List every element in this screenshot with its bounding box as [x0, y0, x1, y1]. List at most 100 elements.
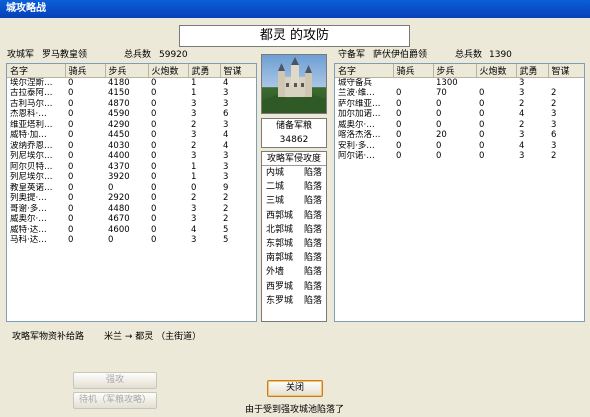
siege-area-name: 东郭城 — [266, 238, 294, 249]
table-row[interactable]: 萨尔维亚… 0 0 0 2 2 — [335, 99, 584, 110]
siege-row: 北郭城 陷落 — [262, 223, 326, 237]
table-row[interactable]: 波纳乔恩… 0 4030 0 2 4 — [7, 141, 256, 152]
siege-area-name: 东罗城 — [266, 295, 294, 306]
table-row[interactable]: 古利马尔… 0 4870 0 3 3 — [7, 99, 256, 110]
siege-area-name: 西罗城 — [266, 281, 294, 292]
defender-table-panel[interactable]: 名字 骑兵 步兵 火炮数 武勇 智谋 城守备兵 1300 3 兰波·维… 0 70 0 3 2 萨… — [334, 63, 585, 322]
table-cell: 5 — [223, 224, 229, 235]
table-cell: 0 — [68, 151, 74, 162]
table-cell: 0 — [151, 235, 157, 246]
table-row[interactable]: 列奥提·… 0 2920 0 2 2 — [7, 193, 256, 204]
col-wisdom[interactable]: 智谋 — [220, 64, 256, 78]
table-cell: 4400 — [108, 151, 130, 162]
col-valor[interactable]: 武勇 — [188, 64, 221, 78]
table-cell: 4370 — [108, 161, 130, 172]
table-cell: 0 — [68, 235, 74, 246]
table-cell: 2 — [191, 140, 197, 151]
table-cell: 3 — [551, 140, 557, 151]
table-cell: 2 — [551, 98, 557, 109]
table-cell: 1 — [191, 172, 197, 183]
table-cell: 0 — [151, 182, 157, 193]
table-cell: 威奥尔·… — [10, 214, 47, 225]
supply-label: 攻略军物资补给路 — [12, 332, 85, 342]
table-row[interactable]: 城守备兵 1300 3 — [335, 78, 584, 89]
table-cell: 0 — [68, 203, 74, 214]
window-title: 城攻略战 — [0, 0, 590, 18]
standby-button[interactable]: 待机（军粮攻略） — [73, 392, 157, 409]
siege-header: 攻略军侵攻度 — [262, 152, 326, 166]
table-row[interactable]: 哥谢·多… 0 4480 0 3 2 — [7, 204, 256, 215]
table-row[interactable]: 埃尔涅斯… 0 4180 0 1 4 — [7, 78, 256, 89]
siege-row: 二城 陷落 — [262, 180, 326, 194]
col-infantry[interactable]: 步兵 — [433, 64, 477, 78]
table-row[interactable]: 安利·多… 0 0 0 4 3 — [335, 141, 584, 152]
col-cavalry[interactable]: 骑兵 — [393, 64, 434, 78]
table-row[interactable]: 加尔加诺… 0 0 0 4 3 — [335, 109, 584, 120]
table-cell: 2 — [223, 193, 229, 204]
table-cell: 2 — [223, 214, 229, 225]
col-infantry[interactable]: 步兵 — [105, 64, 149, 78]
table-row[interactable]: 教皇英诺… 0 0 0 0 9 — [7, 183, 256, 194]
table-row[interactable]: 威奥尔·… 0 0 0 2 3 — [335, 120, 584, 131]
table-row[interactable]: 兰波·维… 0 70 0 3 2 — [335, 88, 584, 99]
siege-row: 南郭城 陷落 — [262, 251, 326, 265]
siege-progress-panel: 攻略军侵攻度 内城 陷落 二城 陷落 三城 陷落 西郭城 陷落 北郭城 陷落 东郭城 陷落 南郭城 陷落外… — [261, 151, 327, 322]
table-cell: 2 — [551, 88, 557, 99]
table-row[interactable]: 列尼埃尔… 0 3920 0 1 3 — [7, 172, 256, 183]
table-cell: 阿尔诺·… — [338, 151, 375, 162]
siege-area-status: 陷落 — [303, 295, 322, 306]
table-row[interactable]: 维亚塔利… 0 4290 0 2 3 — [7, 120, 256, 131]
defender-table: 名字 骑兵 步兵 火炮数 武勇 智谋 城守备兵 1300 3 兰波·维… 0 70 0 3 2 萨… — [335, 64, 584, 162]
table-cell: 4450 — [108, 130, 130, 141]
col-name[interactable]: 名字 — [335, 64, 394, 78]
table-cell: 4030 — [108, 140, 130, 151]
table-cell: 0 — [479, 119, 485, 130]
col-valor[interactable]: 武勇 — [516, 64, 549, 78]
table-cell: 波纳乔恩… — [10, 140, 53, 151]
table-row[interactable]: 阿尔贝特… 0 4370 0 1 3 — [7, 162, 256, 173]
table-cell: 4 — [223, 140, 229, 151]
siege-area-status: 陷落 — [303, 182, 322, 193]
table-row[interactable]: 阿尔诺·… 0 0 0 3 2 — [335, 151, 584, 162]
table-cell: 0 — [436, 119, 442, 130]
table-cell: 3 — [223, 172, 229, 183]
table-cell: 3 — [223, 88, 229, 99]
col-cavalry[interactable]: 骑兵 — [65, 64, 106, 78]
table-row[interactable]: 古拉泰阿… 0 4150 0 1 3 — [7, 88, 256, 99]
table-cell: 3 — [519, 130, 525, 141]
battle-title: 都灵 的攻防 — [179, 25, 410, 47]
table-cell: 1 — [191, 161, 197, 172]
col-wisdom[interactable]: 智谋 — [548, 64, 584, 78]
table-row[interactable]: 马科·达… 0 0 0 3 5 — [7, 235, 256, 246]
table-cell: 0 — [151, 224, 157, 235]
table-cell: 0 — [151, 98, 157, 109]
table-row[interactable]: 威特·达… 0 4600 0 4 5 — [7, 225, 256, 236]
table-cell: 安利·多… — [338, 140, 375, 151]
siege-row: 东郭城 陷落 — [262, 237, 326, 251]
table-row[interactable]: 喀洛杰洛… 0 20 0 3 6 — [335, 130, 584, 141]
table-cell: 0 — [68, 172, 74, 183]
attacker-table-panel[interactable]: 名字 骑兵 步兵 火炮数 武勇 智谋 埃尔涅斯… 0 4180 0 1 4 古拉泰阿… 0 41… — [6, 63, 257, 322]
close-button[interactable]: 关闭 — [267, 380, 323, 397]
table-cell: 2 — [519, 119, 525, 130]
attacker-total: 59920 — [159, 50, 188, 60]
table-cell: 加尔加诺… — [338, 109, 381, 120]
col-cannon[interactable]: 火炮数 — [476, 64, 517, 78]
assault-button[interactable]: 强攻 — [73, 372, 157, 389]
table-row[interactable]: 威奥尔·… 0 4670 0 3 2 — [7, 214, 256, 225]
col-name[interactable]: 名字 — [7, 64, 66, 78]
table-cell: 古利马尔… — [10, 98, 53, 109]
table-cell: 列尼埃尔… — [10, 172, 53, 183]
table-cell: 古拉泰阿… — [10, 88, 53, 99]
col-cannon[interactable]: 火炮数 — [148, 64, 189, 78]
table-row[interactable]: 列尼埃尔… 0 4400 0 3 3 — [7, 151, 256, 162]
table-cell: 哥谢·多… — [10, 203, 47, 214]
table-cell: 3 — [191, 130, 197, 141]
table-row[interactable]: 杰恩科·… 0 4590 0 3 6 — [7, 109, 256, 120]
table-cell: 0 — [68, 119, 74, 130]
reserve-label: 储备军粮 — [275, 121, 312, 131]
table-row[interactable]: 威特·加… 0 4450 0 3 4 — [7, 130, 256, 141]
table-cell: 6 — [551, 130, 557, 141]
siege-area-name: 外墙 — [266, 267, 285, 278]
table-cell: 4870 — [108, 98, 130, 109]
